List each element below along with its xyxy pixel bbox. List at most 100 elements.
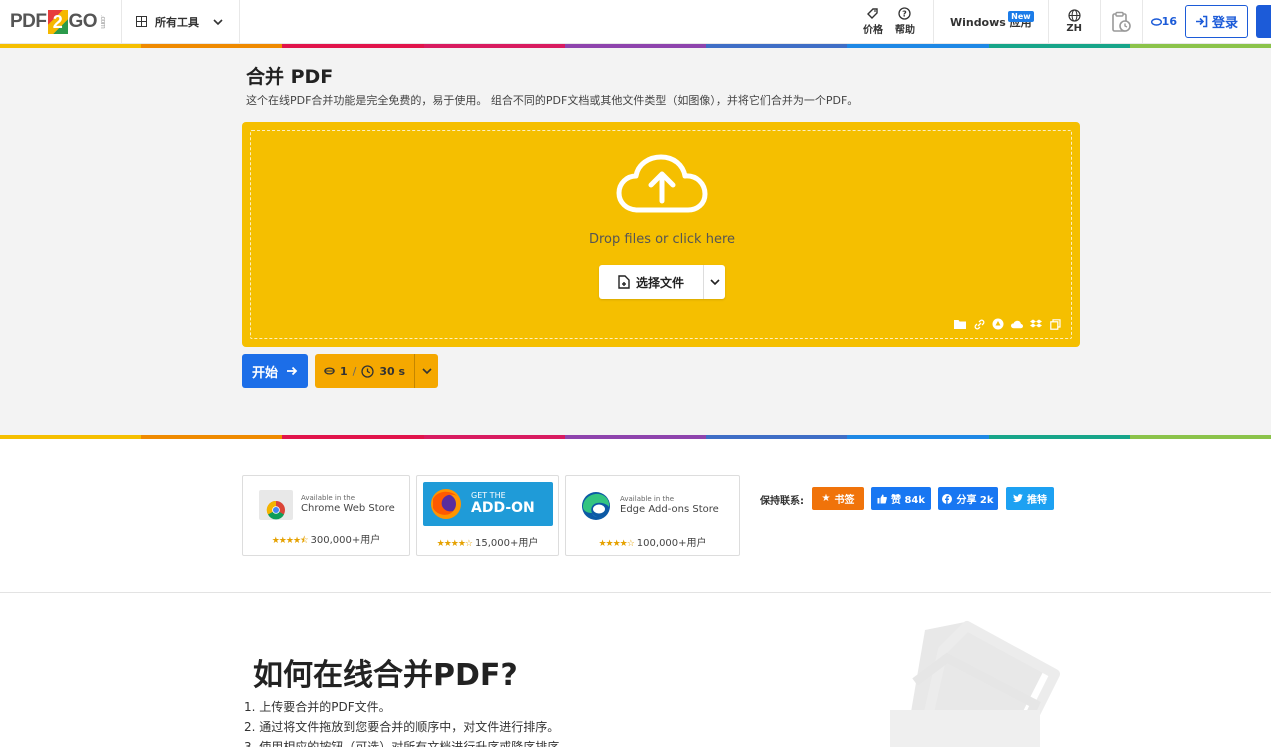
chrome-store-badge: Available in the Chrome Web Store — [259, 490, 395, 520]
grid-icon — [136, 16, 147, 27]
chrome-rating: ★★★★⯪ 300,000+用户 — [243, 531, 409, 549]
choose-file-main[interactable]: 选择文件 — [599, 265, 703, 299]
edge-line1: Available in the — [620, 495, 675, 504]
edge-store-text: Available in the Edge Add-ons Store — [620, 495, 719, 516]
price-help-group: 价格 ? 帮助 — [853, 0, 934, 43]
page-title: 合并 PDF — [246, 66, 334, 88]
top-header: PDF 2 GO .com 所有工具 价格 ? 帮助 Windows 应用 Ne… — [0, 0, 1271, 44]
rating-stars: ★★★★⯪ — [271, 536, 309, 546]
twitter-button[interactable]: 推特 — [1006, 487, 1054, 510]
chrome-line1: Available in the — [301, 494, 356, 503]
tag-icon — [867, 8, 879, 19]
chrome-line2: Chrome Web Store — [301, 502, 395, 514]
credits-count: 16 — [1161, 15, 1177, 28]
dropbox-icon[interactable] — [1030, 318, 1042, 330]
file-dropzone[interactable]: Drop files or click here 选择文件 — [242, 122, 1080, 347]
bookmark-button[interactable]: ★ 书签 — [812, 487, 864, 510]
arrow-right-icon — [287, 366, 298, 376]
header-spacer — [240, 0, 853, 43]
choose-file-button[interactable]: 选择文件 — [599, 265, 725, 299]
sign-in-icon — [1195, 15, 1208, 28]
windows-app-link[interactable]: Windows 应用 New — [934, 0, 1049, 43]
edge-users: 100,000+用户 — [636, 538, 707, 549]
documents-graphic — [890, 621, 1060, 747]
firefox-users: 15,000+用户 — [474, 538, 539, 549]
start-button[interactable]: 开始 — [242, 354, 308, 388]
firefox-line1: GET THE — [471, 490, 506, 500]
credits-counter[interactable]: 16 — [1143, 0, 1183, 43]
firefox-rating: ★★★★☆ 15,000+用户 — [417, 534, 558, 549]
firefox-icon — [431, 489, 461, 519]
chrome-extension-card[interactable]: Available in the Chrome Web Store ★★★★⯪ 3… — [242, 475, 410, 556]
onedrive-icon[interactable] — [1011, 318, 1023, 330]
link-icon[interactable] — [973, 318, 985, 330]
login-button[interactable]: 登录 — [1184, 5, 1248, 38]
stay-in-touch-label: 保持联系: — [760, 496, 804, 507]
history-button[interactable] — [1101, 0, 1143, 43]
pdf2go-logo[interactable]: PDF 2 GO .com — [0, 0, 122, 43]
rainbow-strip-bottom — [0, 435, 1271, 439]
chevron-down-icon — [709, 279, 720, 286]
dropzone-border: Drop files or click here 选择文件 — [250, 130, 1072, 339]
new-badge: New — [1008, 11, 1034, 22]
hero-section: 合并 PDF 这个在线PDF合并功能是完全免费的，易于使用。 组合不同的PDF文… — [0, 48, 1271, 435]
logo-text-2: 2 — [47, 9, 68, 34]
conversion-cost-dropdown[interactable] — [414, 354, 438, 388]
firefox-line2: ADD-ON — [471, 499, 535, 516]
price-link[interactable]: 价格 — [859, 0, 887, 43]
folder-icon[interactable] — [954, 318, 966, 330]
like-label: 赞 84k — [890, 495, 926, 506]
howto-steps: 1. 上传要合并的PDF文件。 2. 通过将文件拖放到您要合并的顺序中，对文件进… — [244, 697, 571, 747]
bookmark-label: 书签 — [834, 495, 855, 506]
language-selector[interactable]: ZH — [1049, 0, 1101, 43]
section-divider — [0, 592, 1271, 593]
chevron-down-icon — [213, 18, 223, 25]
clock-icon — [361, 364, 374, 378]
firefox-addon-badge: GET THE ADD-ON — [423, 482, 553, 526]
choose-file-label: 选择文件 — [635, 275, 684, 290]
howto-step: 3. 使用相应的按钮（可选）对所有文档进行升序或降序排序。 — [244, 740, 572, 747]
coins-icon — [1150, 17, 1162, 26]
google-drive-icon[interactable] — [992, 318, 1004, 330]
edge-icon — [582, 492, 610, 520]
file-plus-icon — [618, 275, 630, 289]
edge-line2: Edge Add-ons Store — [620, 503, 719, 515]
clipboard-icon[interactable] — [1049, 318, 1061, 330]
firefox-addon-text: GET THE ADD-ON — [471, 490, 535, 517]
cost-time: 30 s — [379, 364, 406, 378]
chrome-users: 300,000+用户 — [310, 535, 381, 546]
howto-step: 2. 通过将文件拖放到您要合并的顺序中，对文件进行排序。 — [244, 720, 560, 734]
clipboard-clock-icon — [1112, 11, 1131, 32]
choose-file-dropdown[interactable] — [703, 265, 725, 299]
cost-separator: / — [352, 364, 357, 378]
tweet-label: 推特 — [1027, 495, 1047, 506]
rating-stars: ★★★★☆ — [598, 539, 634, 549]
facebook-share-button[interactable]: 分享 2k — [938, 487, 998, 510]
edge-store-badge: Available in the Edge Add-ons Store — [580, 490, 719, 522]
firefox-addon-card[interactable]: GET THE ADD-ON ★★★★☆ 15,000+用户 — [416, 475, 559, 556]
howto-step: 1. 上传要合并的PDF文件。 — [244, 700, 391, 714]
facebook-icon — [942, 493, 953, 504]
all-tools-menu[interactable]: 所有工具 — [122, 0, 240, 43]
edge-rating: ★★★★☆ 100,000+用户 — [566, 534, 739, 549]
signup-button-partial[interactable] — [1256, 5, 1271, 38]
svg-text:?: ? — [903, 10, 908, 19]
star-icon: ★ — [821, 493, 831, 504]
rating-stars: ★★★★☆ — [436, 539, 473, 549]
login-label: 登录 — [1211, 16, 1238, 31]
twitter-icon — [1013, 494, 1023, 503]
cloud-upload-icon — [616, 154, 708, 213]
logo-text-com: .com — [99, 14, 107, 29]
share-label: 分享 2k — [956, 495, 994, 506]
globe-icon — [1068, 9, 1081, 22]
price-label: 价格 — [862, 25, 883, 36]
facebook-like-button[interactable]: 赞 84k — [871, 487, 931, 510]
drop-files-text: Drop files or click here — [588, 232, 735, 247]
edge-addon-card[interactable]: Available in the Edge Add-ons Store ★★★★… — [565, 475, 740, 556]
chrome-store-text: Available in the Chrome Web Store — [301, 494, 395, 515]
conversion-cost-button[interactable]: 1 / 30 s — [315, 354, 438, 388]
chrome-icon — [259, 490, 293, 520]
conversion-cost-main[interactable]: 1 / 30 s — [315, 354, 414, 388]
howto-title: 如何在线合并PDF? — [253, 658, 518, 693]
help-link[interactable]: ? 帮助 — [891, 0, 919, 43]
